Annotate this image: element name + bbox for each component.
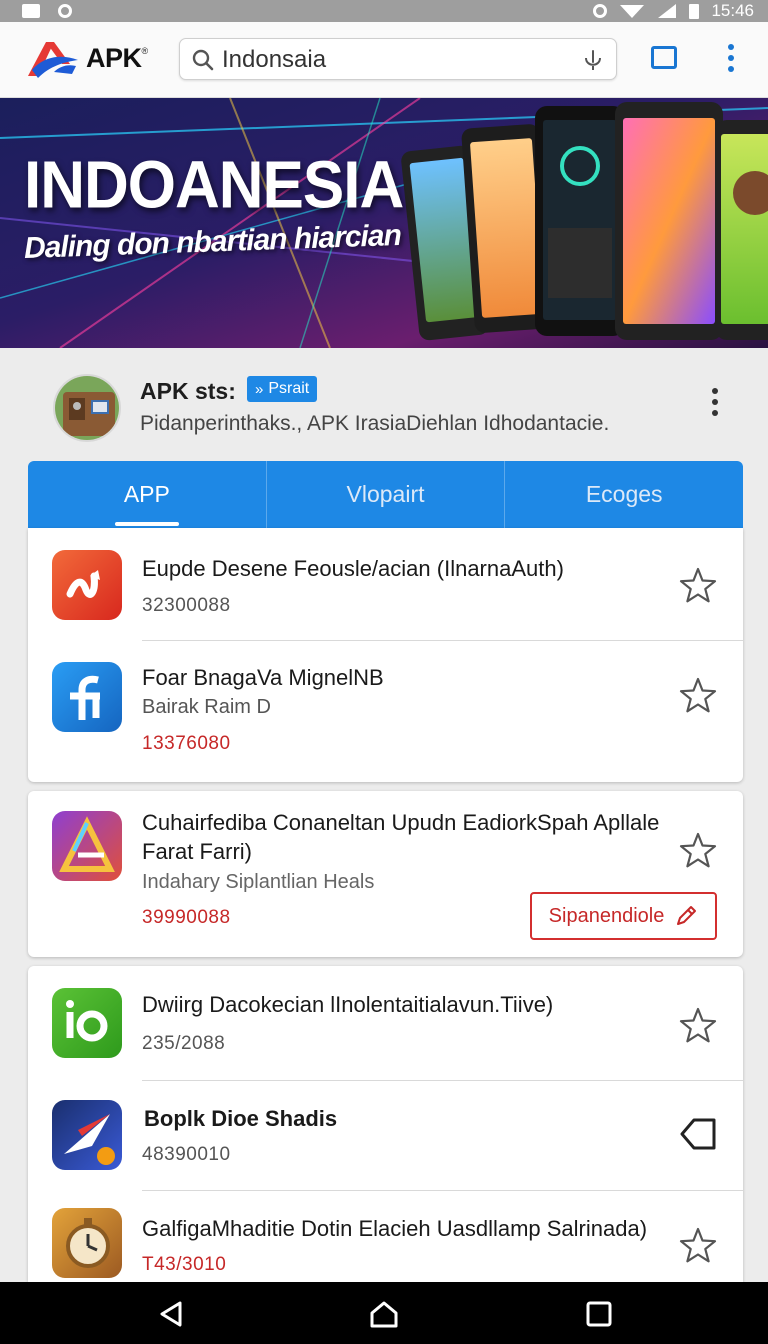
registered-mark: ®: [141, 46, 149, 56]
download-count: 13376080: [142, 733, 231, 754]
tab-app[interactable]: APP: [28, 461, 266, 528]
mic-icon[interactable]: [582, 48, 604, 72]
share-icon: »: [255, 380, 264, 398]
app-icon: [52, 988, 122, 1058]
download-count: 48390010: [142, 1144, 231, 1165]
app-logo-icon: [70, 675, 100, 720]
app-logo-icon: [66, 570, 100, 598]
app-icon: [52, 550, 122, 620]
edit-icon: [677, 906, 697, 925]
profile-more-icon[interactable]: [710, 388, 720, 424]
app-bar: APK ® Indonsaia: [0, 22, 768, 98]
tab-ecoges[interactable]: Ecoges: [504, 461, 743, 528]
star-icon[interactable]: [678, 566, 718, 606]
app-icon: [52, 1100, 122, 1170]
app-logo-icon: [59, 816, 115, 872]
list-item[interactable]: GalfigaMhaditie Dotin Elacieh Uasdllamp …: [28, 1190, 743, 1282]
app-logo-icon: [66, 1000, 108, 1042]
star-icon[interactable]: [678, 1226, 718, 1266]
sync-icon: [58, 4, 72, 18]
download-count: 235/2088: [142, 1033, 226, 1054]
wifi-icon: [620, 5, 645, 18]
install-button[interactable]: Sipanendiole: [530, 892, 717, 940]
avatar[interactable]: [53, 374, 121, 442]
tab-vlopairt[interactable]: Vlopairt: [265, 461, 505, 528]
developer-name: APK sts:: [140, 378, 236, 404]
featured-app-card[interactable]: Cuhairfediba Conaneltan Upudn EadiorkSpa…: [28, 791, 743, 957]
list-item[interactable]: Boplk Dioe Shadis 48390010: [28, 1080, 743, 1190]
bookmark-icon[interactable]: [678, 1114, 718, 1154]
download-count: T43/3010: [142, 1254, 227, 1275]
download-count: 39990088: [142, 907, 231, 928]
app-icon: [52, 662, 122, 732]
system-nav-bar: [0, 1282, 768, 1344]
search-input[interactable]: Indonsaia: [222, 46, 326, 74]
status-bar: 15:46: [0, 0, 768, 22]
star-icon[interactable]: [678, 831, 718, 871]
app-title: Foar BnagaVa MignelNB: [142, 665, 384, 690]
tabs-icon[interactable]: [651, 46, 677, 69]
app-title: Dwiirg Dacokecian lInolentaitialavun.Tii…: [142, 992, 554, 1017]
apk-logo-mark: [28, 42, 78, 78]
category-tabs: APP Vlopairt Ecoges: [28, 461, 743, 528]
promo-banner[interactable]: INDOANESIA Daling don nbartian hiarcian: [0, 98, 768, 348]
app-icon: [52, 811, 122, 881]
star-icon[interactable]: [678, 676, 718, 716]
download-count: 32300088: [142, 595, 231, 616]
back-icon[interactable]: [158, 1300, 184, 1328]
banner-title: INDOANESIA: [24, 148, 404, 223]
app-list-card: Eupde Desene Feousle/acian (IlnarnaAuth)…: [28, 528, 743, 782]
list-item[interactable]: Foar BnagaVa MignelNB Bairak Raim D 1337…: [28, 640, 743, 782]
apk-logo[interactable]: APK ®: [24, 34, 148, 82]
logo-text: APK: [86, 42, 142, 73]
clock-icon: [66, 1218, 110, 1268]
developer-profile: APK sts: » Psrait Pidanperinthaks., APK …: [0, 348, 768, 458]
list-item[interactable]: Dwiirg Dacokecian lInolentaitialavun.Tii…: [28, 966, 743, 1080]
app-title: Cuhairfediba Conaneltan Upudn EadiorkSpa…: [142, 810, 660, 835]
app-title: Eupde Desene Feousle/acian (IlnarnaAuth): [142, 556, 564, 581]
more-vert-icon[interactable]: [722, 44, 740, 76]
install-button-label: Sipanendiole: [548, 904, 665, 927]
app-developer: Indahary Siplantlian Heals: [142, 871, 375, 893]
status-badge[interactable]: » Psrait: [247, 376, 318, 402]
app-title-line2: Farat Farri): [142, 839, 252, 864]
notification-icon: [22, 4, 40, 18]
eye-icon: [593, 4, 608, 18]
app-developer: Bairak Raim D: [142, 696, 271, 718]
app-icon: [52, 1208, 122, 1278]
list-item[interactable]: Eupde Desene Feousle/acian (IlnarnaAuth)…: [28, 528, 743, 640]
signal-icon: [658, 4, 677, 18]
home-icon[interactable]: [369, 1300, 399, 1328]
search-icon: [192, 49, 214, 71]
app-logo-icon: [64, 1114, 115, 1165]
app-title: Boplk Dioe Shadis: [144, 1106, 338, 1131]
badge-label: Psrait: [268, 380, 310, 397]
search-bar[interactable]: Indonsaia: [179, 38, 617, 80]
avatar-image: [55, 376, 119, 440]
status-time: 15:46: [711, 1, 754, 20]
app-title: GalfigaMhaditie Dotin Elacieh Uasdllamp …: [142, 1216, 648, 1241]
developer-description: Pidanperinthaks., APK IrasiaDiehlan Idho…: [140, 412, 610, 435]
app-list-card: Dwiirg Dacokecian lInolentaitialavun.Tii…: [28, 966, 743, 1282]
battery-icon: [689, 3, 700, 19]
recents-icon[interactable]: [586, 1300, 612, 1328]
star-icon[interactable]: [678, 1006, 718, 1046]
